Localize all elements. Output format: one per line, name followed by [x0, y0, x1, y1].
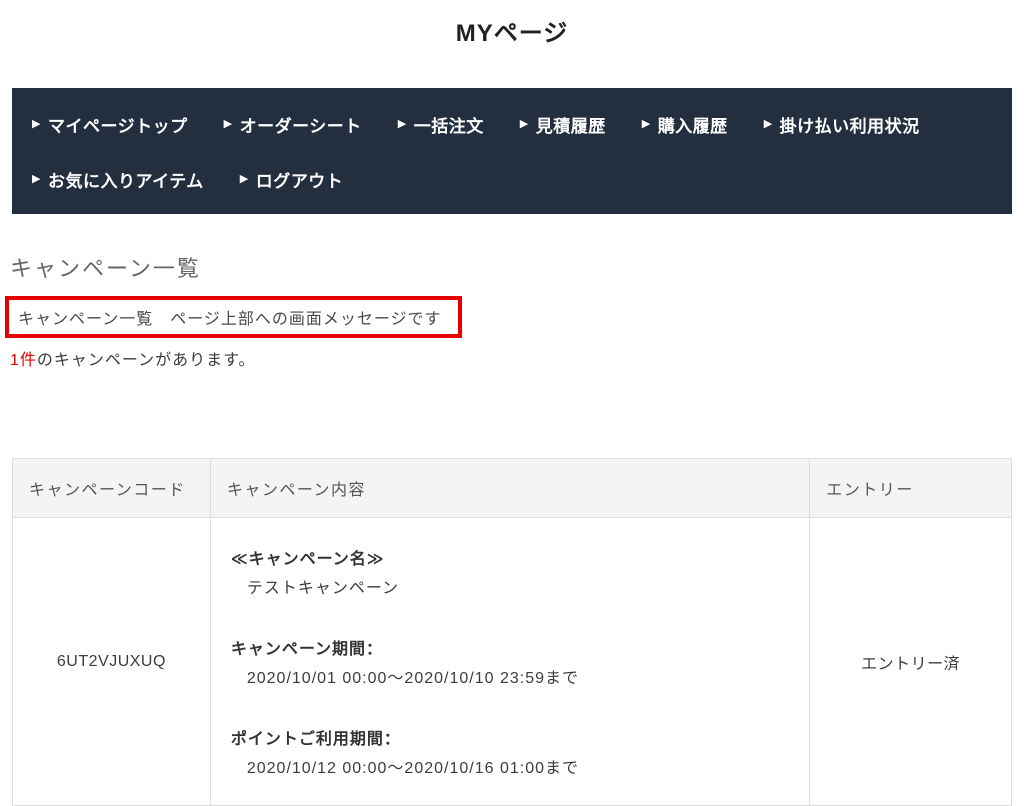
- campaign-count-text: のキャンペーンがあります。: [36, 352, 256, 369]
- campaign-list-heading: キャンペーン一覧: [10, 256, 201, 281]
- nav-item-logout[interactable]: ▶ ログアウト: [240, 167, 343, 192]
- campaign-period-block: キャンペーン期間： 2020/10/01 00:00～2020/10/10 23…: [231, 635, 789, 693]
- nav-item-label: 掛け払い利用状況: [779, 117, 920, 136]
- campaign-name-label: ≪キャンペーン名≫: [230, 551, 385, 568]
- nav-item-order-sheet[interactable]: ▶ オーダーシート: [224, 112, 362, 137]
- arrow-right-icon: ▶: [223, 118, 233, 130]
- nav-item-label: 購入履歴: [657, 117, 728, 136]
- nav-item-bulk-order[interactable]: ▶ 一括注文: [398, 112, 484, 137]
- arrow-right-icon: ▶: [397, 118, 407, 130]
- campaign-count-number: 1件: [10, 352, 37, 369]
- message-box-wrapper: キャンペーン一覧 ページ上部への画面メッセージです: [0, 283, 1024, 338]
- arrow-right-icon: ▶: [641, 118, 651, 130]
- arrow-right-icon: ▶: [763, 118, 773, 130]
- campaign-count-line: 1件のキャンペーンがあります。: [10, 346, 1024, 370]
- arrow-right-icon: ▶: [239, 173, 249, 185]
- nav-row-2: ▶ お気に入りアイテム ▶ ログアウト: [32, 167, 992, 192]
- campaign-desc-cell: ≪キャンペーン名≫ テストキャンペーン キャンペーン期間： 2020/10/01…: [209, 517, 811, 806]
- nav-item-label: 一括注文: [413, 117, 484, 136]
- arrow-right-icon: ▶: [32, 173, 41, 185]
- campaign-code-cell: 6UT2VJUXUQ: [12, 517, 211, 806]
- header-campaign-desc: キャンペーン内容: [209, 458, 811, 518]
- arrow-right-icon: ▶: [32, 118, 41, 130]
- point-period-value: 2020/10/12 00:00～2020/10/16 01:00まで: [246, 760, 579, 777]
- nav-item-label: お気に入りアイテム: [47, 172, 204, 191]
- page-top-message-box: キャンペーン一覧 ページ上部への画面メッセージです: [5, 296, 462, 338]
- nav-row-1: ▶ マイページトップ ▶ オーダーシート ▶ 一括注文 ▶ 見積履歴 ▶ 購入履歴 ▶ 掛け…: [32, 112, 992, 137]
- nav-item-mypage-top[interactable]: ▶ マイページトップ: [32, 112, 188, 137]
- mypage-nav: ▶ マイページトップ ▶ オーダーシート ▶ 一括注文 ▶ 見積履歴 ▶ 購入履歴 ▶ 掛け…: [12, 88, 1012, 214]
- table-row: 6UT2VJUXUQ ≪キャンペーン名≫ テストキャンペーン キャンペーン期間：…: [12, 517, 1012, 806]
- entry-status-cell: エントリー済: [809, 517, 1012, 806]
- nav-item-deferred-payment-status[interactable]: ▶ 掛け払い利用状況: [764, 112, 920, 137]
- nav-item-label: 見積履歴: [535, 117, 606, 136]
- nav-item-purchase-history[interactable]: ▶ 購入履歴: [642, 112, 728, 137]
- campaign-period-label: キャンペーン期間：: [230, 641, 384, 658]
- point-period-label: ポイントご利用期間：: [230, 731, 401, 748]
- table-header-row: キャンペーンコード キャンペーン内容 エントリー: [12, 458, 1012, 518]
- campaign-name-value: テストキャンペーン: [246, 580, 400, 597]
- nav-item-quote-history[interactable]: ▶ 見積履歴: [520, 112, 606, 137]
- campaign-table: キャンペーンコード キャンペーン内容 エントリー 6UT2VJUXUQ ≪キャン…: [12, 458, 1012, 806]
- campaign-name-block: ≪キャンペーン名≫ テストキャンペーン: [231, 545, 789, 603]
- nav-item-label: ログアウト: [255, 172, 344, 191]
- header-campaign-code: キャンペーンコード: [12, 458, 211, 518]
- nav-item-favorite-items[interactable]: ▶ お気に入りアイテム: [32, 167, 204, 192]
- campaign-period-value: 2020/10/01 00:00～2020/10/10 23:59まで: [246, 670, 579, 687]
- nav-item-label: オーダーシート: [239, 117, 362, 136]
- nav-item-label: マイページトップ: [47, 117, 188, 136]
- header-entry: エントリー: [809, 458, 1012, 518]
- point-period-block: ポイントご利用期間： 2020/10/12 00:00～2020/10/16 0…: [231, 725, 789, 783]
- arrow-right-icon: ▶: [519, 118, 529, 130]
- page-title: MYページ: [455, 20, 569, 47]
